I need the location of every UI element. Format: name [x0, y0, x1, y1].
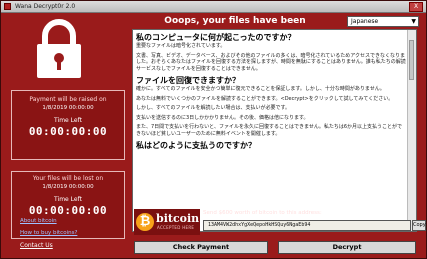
scrollbar[interactable]: [407, 30, 416, 231]
bitcoin-logo: ₿ bitcoin ACCEPTED HERE: [134, 209, 200, 235]
send-instruction: Send $600 worth of bitcoin to this addre…: [203, 210, 322, 216]
language-select[interactable]: Japanese ▼: [347, 16, 419, 27]
paragraph: また、7日間で支払いを行わないと、ファイルを永久に回復することはできません。私た…: [136, 124, 403, 137]
window-title: Wana Decrypt0r 2.0: [15, 3, 76, 10]
how-to-buy-link[interactable]: How to buy bitcoins?: [20, 227, 77, 239]
padlock-icon: [37, 19, 81, 78]
raise-countdown: 00:00:00:00: [28, 125, 108, 138]
accepted-here-text: ACCEPTED HERE: [157, 225, 195, 230]
close-button[interactable]: X: [409, 2, 423, 12]
scrollbar-thumb[interactable]: [409, 40, 414, 80]
paragraph: しかし、すべてのファイルを解読したい場合は、支払いが必要です。: [136, 105, 290, 111]
raise-date: 1/8/2019 00:00:00: [42, 105, 94, 111]
lost-date: 1/8/2019 00:00:00: [42, 184, 94, 190]
time-left-label: Time Left: [54, 196, 82, 203]
page-title: Ooops, your files have been encrypted!: [164, 16, 306, 40]
payment-raise-panel: Payment will be raised on 1/8/2019 00:00…: [11, 90, 125, 160]
raise-label: Payment will be raised on: [29, 96, 107, 103]
paragraph: 重要なファイルは暗号化されています。: [136, 43, 226, 49]
copy-button[interactable]: Copy: [412, 220, 426, 231]
paragraph: 確かに。すべてのファイルを安全かつ簡単に復元できることを保証します。しかし、十分…: [136, 86, 385, 92]
message-box[interactable]: 私のコンピュータに何が起こったのですか？ 重要なファイルは暗号化されています。 …: [132, 29, 417, 232]
language-value: Japanese: [351, 18, 379, 25]
paragraph: 支払いを送信するのに3日しかかかりません。その後、価格は倍になります。: [136, 114, 309, 121]
bitcoin-wordmark: bitcoin: [156, 212, 200, 225]
about-bitcoin-link[interactable]: About bitcoin: [20, 215, 77, 227]
check-payment-button[interactable]: Check Payment: [134, 241, 268, 254]
help-links: About bitcoin How to buy bitcoins? Conta…: [20, 215, 77, 252]
heading-how-to-pay: 私はどのように支払うのですか？: [136, 141, 256, 150]
heading-what-happened: 私のコンピュータに何が起こったのですか？: [136, 33, 296, 42]
ransom-window: Wana Decrypt0r 2.0 X Ooops, your files h…: [0, 0, 427, 259]
heading-can-i-recover: ファイルを回復できますか？: [136, 76, 240, 85]
bitcoin-icon: ₿: [136, 213, 154, 231]
time-left-label: Time Left: [54, 117, 82, 124]
paragraph: あなたは無料でいくつかのファイルを解読することができます。<Decrypt>をク…: [136, 95, 394, 102]
contact-us-link[interactable]: Contact Us: [20, 240, 77, 252]
title-bar: Wana Decrypt0r 2.0 X: [1, 1, 426, 13]
decrypt-button[interactable]: Decrypt: [278, 241, 416, 254]
paragraph: 文書、写真、ビデオ、データベース、およびその他のファイルの多くは、暗号化されてい…: [136, 52, 406, 72]
message-text: 私のコンピュータに何が起こったのですか？ 重要なファイルは暗号化されています。 …: [136, 32, 406, 151]
bitcoin-address-field[interactable]: 13AM4VW2dhxYgXeQepoHkHSQuy6NgaEb94: [203, 220, 411, 231]
chevron-down-icon: ▼: [411, 18, 416, 25]
app-icon: [4, 3, 11, 10]
lost-label: Your files will be lost on: [32, 175, 104, 182]
